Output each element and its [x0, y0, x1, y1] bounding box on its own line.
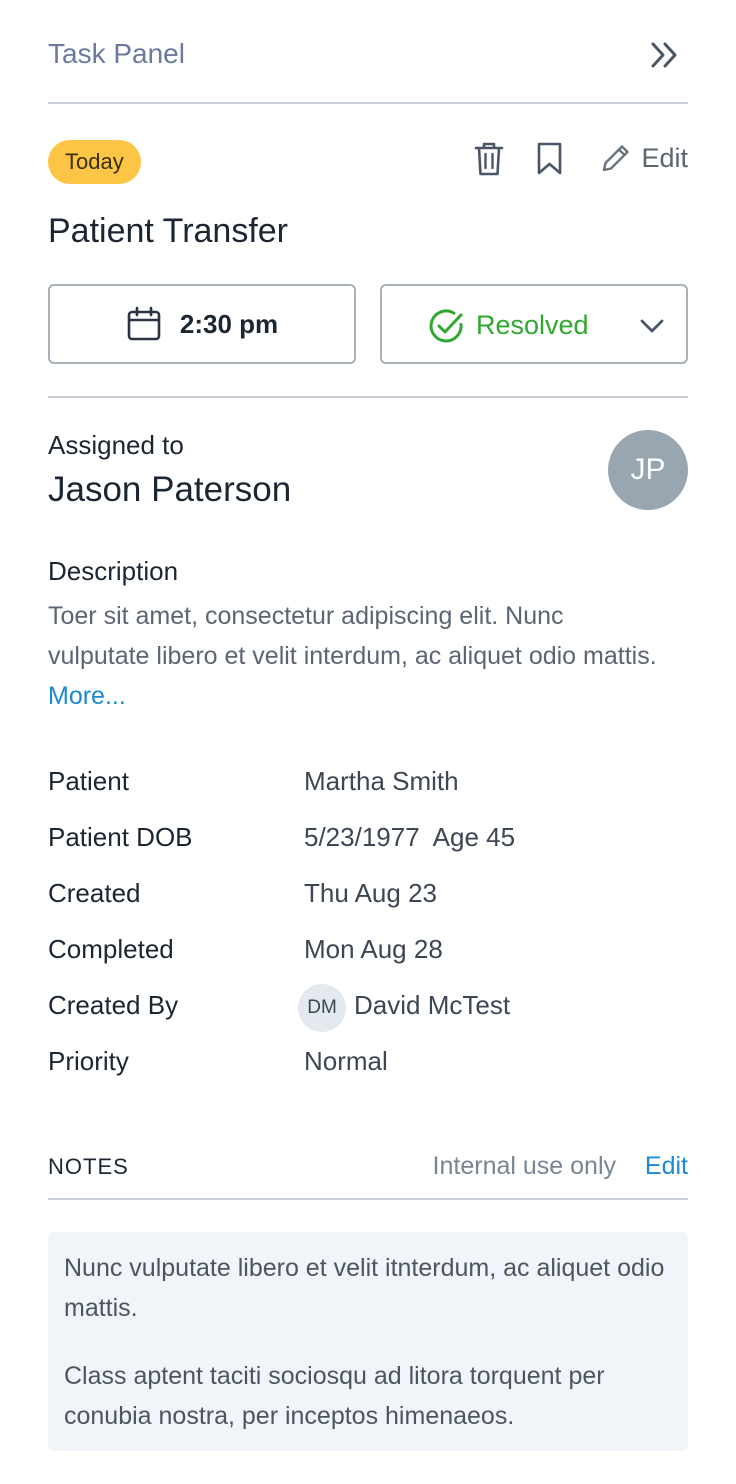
detail-label: Priority: [48, 1046, 129, 1076]
task-actions: 2:30 pm Resolved: [48, 284, 688, 364]
notes-visibility-hint: Internal use only: [432, 1152, 616, 1180]
patient-dob: 5/23/1977 Age 45: [304, 822, 516, 852]
delete-button[interactable]: [472, 140, 506, 178]
detail-label: Completed: [48, 934, 174, 964]
chevron-down-icon: [640, 319, 664, 333]
bookmark-button[interactable]: [533, 140, 567, 178]
patient-name: Martha Smith: [304, 766, 459, 796]
edit-task-button[interactable]: Edit: [599, 138, 688, 178]
collapse-panel-button[interactable]: [648, 38, 682, 72]
description-more-link[interactable]: More...: [48, 682, 126, 710]
creator-name: David McTest: [354, 990, 511, 1020]
calendar-icon: [127, 306, 161, 341]
notes-title: NOTES: [48, 1154, 129, 1179]
pencil-icon: [603, 145, 630, 172]
completed-date: Mon Aug 28: [304, 934, 443, 964]
task-details: Patient Martha Smith Patient DOB 5/23/19…: [48, 760, 688, 1096]
detail-row-dob: Patient DOB 5/23/1977 Age 45: [48, 816, 688, 872]
task-title: Patient Transfer: [48, 212, 289, 250]
detail-row-completed: Completed Mon Aug 28: [48, 928, 688, 984]
created-date: Thu Aug 23: [304, 878, 437, 908]
description-body: Toer sit amet, consectetur adipiscing el…: [48, 602, 657, 670]
description-text: Toer sit amet, consectetur adipiscing el…: [48, 596, 658, 716]
assigned-label: Assigned to: [48, 430, 184, 460]
detail-row-created-by: Created By DM David McTest: [48, 984, 688, 1040]
time-value: 2:30 pm: [179, 308, 279, 339]
trash-icon: [474, 142, 504, 176]
detail-label: Patient: [48, 766, 129, 796]
double-chevron-right-icon: [651, 42, 677, 68]
check-circle-icon: [429, 309, 463, 343]
panel-title: Task Panel: [48, 38, 185, 69]
time-button[interactable]: 2:30 pm: [48, 284, 356, 364]
assignee-name: Jason Paterson: [48, 470, 292, 509]
detail-row-priority: Priority Normal: [48, 1040, 688, 1096]
note-paragraph: Class aptent taciti sociosqu ad litora t…: [64, 1362, 605, 1430]
notes-header: NOTES Internal use only Edit: [48, 1140, 688, 1200]
description-label: Description: [48, 556, 179, 586]
edit-notes-link[interactable]: Edit: [645, 1152, 688, 1181]
panel-header: Task Panel: [48, 0, 688, 104]
note-paragraph: Nunc vulputate libero et velit itnterdum…: [64, 1254, 665, 1322]
assignee-avatar[interactable]: JP: [608, 430, 688, 510]
task-panel: Task Panel Today Edit Patient Transfer 2…: [48, 0, 688, 1451]
task-toolbar: Today Edit: [48, 104, 688, 184]
priority-value: Normal: [304, 1046, 388, 1076]
detail-label: Created: [48, 878, 141, 908]
detail-row-patient: Patient Martha Smith: [48, 760, 688, 816]
due-badge: Today: [48, 140, 141, 184]
creator-avatar: DM: [298, 984, 346, 1032]
detail-row-created: Created Thu Aug 23: [48, 872, 688, 928]
status-dropdown[interactable]: Resolved: [380, 284, 688, 364]
notes-content: Nunc vulputate libero et velit itnterdum…: [48, 1232, 688, 1451]
section-divider: [48, 396, 688, 398]
detail-label: Patient DOB: [48, 822, 193, 852]
detail-label: Created By: [48, 990, 179, 1020]
bookmark-icon: [537, 142, 562, 175]
status-value: Resolved: [476, 310, 589, 340]
edit-task-label: Edit: [641, 142, 688, 173]
